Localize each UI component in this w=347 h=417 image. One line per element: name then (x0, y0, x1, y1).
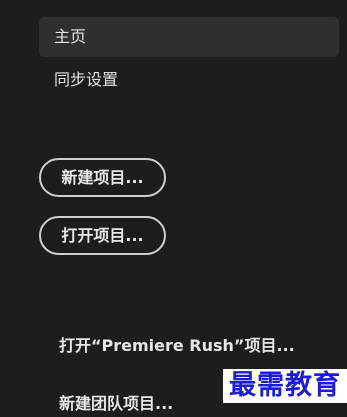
nav-item-home[interactable]: 主页 (39, 17, 339, 57)
watermark-logo: 最需教育 (223, 369, 347, 403)
new-project-button[interactable]: 新建项目... (39, 158, 166, 197)
sidebar-nav: 主页 同步设置 (39, 17, 339, 100)
open-project-button[interactable]: 打开项目... (39, 216, 166, 255)
home-screen: 主页 同步设置 新建项目... 打开项目... 打开“Premiere Rush… (0, 0, 347, 417)
new-team-project-link[interactable]: 新建团队项目... (59, 394, 173, 414)
nav-item-sync-settings[interactable]: 同步设置 (39, 60, 339, 100)
open-premiere-rush-project-link[interactable]: 打开“Premiere Rush”项目... (59, 336, 295, 356)
